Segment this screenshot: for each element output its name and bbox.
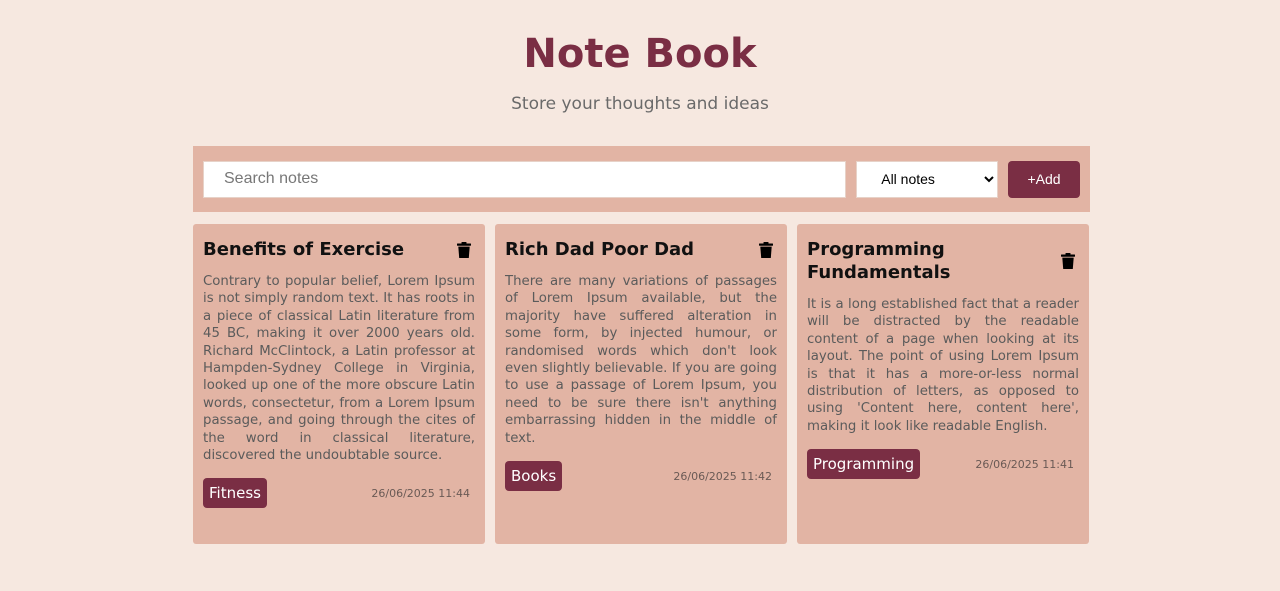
search-input[interactable] [203,160,847,198]
note-footer: Programming 26/06/2025 11:41 [807,449,1079,480]
trash-icon[interactable] [457,241,471,258]
note-card: Rich Dad Poor Dad There are many variati… [495,224,787,544]
trash-icon[interactable] [759,241,773,258]
note-title: Rich Dad Poor Dad [505,239,695,260]
note-timestamp: 26/06/2025 11:44 [371,486,470,500]
note-title: Benefits of Exercise [203,239,405,260]
category-filter-select[interactable]: All notes [856,160,999,198]
trash-icon[interactable] [1061,253,1075,269]
page-title: Note Book [523,31,757,77]
note-header: Programming Fundamentals [807,238,1079,284]
note-card: Programming Fundamentals It is a long es… [797,224,1089,544]
category-tag: Programming [807,449,921,480]
category-tag: Books [505,461,563,492]
add-note-button[interactable]: +Add [1008,160,1080,198]
note-title: Programming Fundamentals [807,239,951,283]
note-header: Benefits of Exercise [203,238,475,261]
toolbar: All notes +Add [193,146,1090,212]
page-subtitle: Store your thoughts and ideas [511,94,769,114]
note-body: There are many variations of passages of… [505,274,777,446]
notes-list: Benefits of Exercise Contrary to popular… [193,224,1090,544]
note-timestamp: 26/06/2025 11:41 [975,457,1074,471]
note-header: Rich Dad Poor Dad [505,238,777,261]
note-timestamp: 26/06/2025 11:42 [673,469,772,483]
note-card: Benefits of Exercise Contrary to popular… [193,224,485,544]
note-body: Contrary to popular belief, Lorem Ipsum … [203,274,475,464]
category-tag: Fitness [203,478,267,509]
page-header: Note Book Store your thoughts and ideas [0,30,1280,116]
note-footer: Books 26/06/2025 11:42 [505,461,777,492]
note-footer: Fitness 26/06/2025 11:44 [203,478,475,509]
note-body: It is a long established fact that a rea… [807,297,1079,434]
